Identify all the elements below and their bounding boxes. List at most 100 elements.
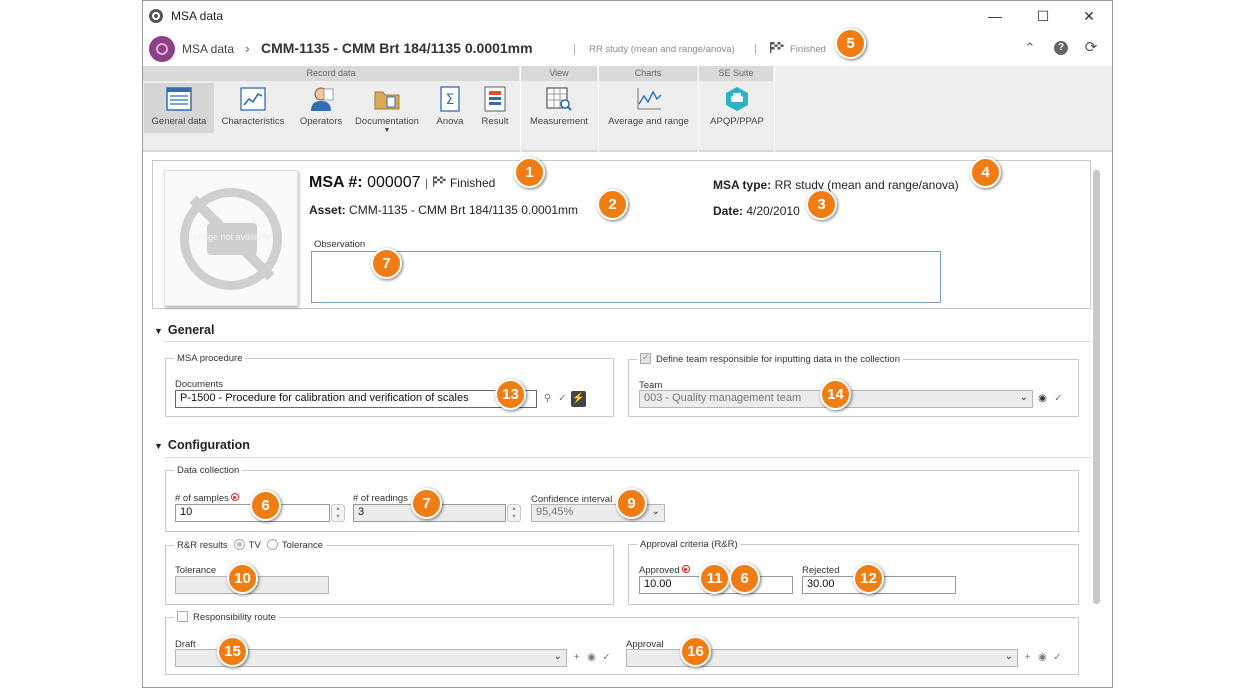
add-icon[interactable]: +	[569, 650, 584, 666]
data-collection-legend: Data collection	[177, 465, 240, 476]
documentation-icon	[374, 91, 400, 110]
rejected-label: Rejected	[802, 565, 840, 576]
record-info-panel: Image not available MSA #: 000007 | Fini…	[152, 160, 1091, 309]
measurement-button[interactable]: Measurement	[524, 83, 594, 133]
msa-type-line: MSA type: RR study (mean and range/anova…	[713, 178, 959, 192]
rr-tv-radio[interactable]	[233, 539, 245, 550]
quick-action-icon[interactable]: ⚡	[571, 391, 586, 407]
msa-number-line: MSA #: 000007 | Finished	[309, 174, 495, 192]
title-bar: MSA data — ☐ ✕	[143, 1, 1112, 32]
refresh-icon[interactable]: ⟳	[1084, 40, 1098, 55]
minimize-button[interactable]: —	[972, 1, 1018, 32]
average-and-range-label: Average and range	[608, 116, 689, 127]
add-icon[interactable]: +	[1020, 650, 1035, 666]
close-button[interactable]: ✕	[1066, 1, 1112, 32]
msa-number-label: MSA #:	[309, 174, 363, 191]
msa-number-value: 000007	[367, 174, 421, 191]
samples-label: # of samples	[175, 493, 239, 504]
result-icon	[484, 86, 506, 112]
asset-value: CMM-1135 - CMM Brt 184/1135 0.0001mm	[349, 203, 579, 217]
documents-field[interactable]: P-1500 - Procedure for calibration and v…	[175, 390, 537, 408]
documentation-button[interactable]: Documentation ▼	[350, 83, 424, 134]
rr-tolerance-radio[interactable]	[266, 539, 278, 550]
ribbon-group-view: View	[521, 66, 597, 81]
maximize-icon: ☐	[1036, 8, 1050, 24]
callout-badge: 3	[806, 189, 837, 220]
average-range-chart-icon	[637, 88, 661, 110]
callout-badge: 7	[371, 248, 402, 279]
approval-criteria-legend: Approval criteria (R&R)	[640, 539, 738, 550]
measurement-icon	[546, 87, 572, 111]
binoculars-icon[interactable]: ◉	[1035, 391, 1050, 407]
divider: |	[424, 176, 429, 190]
samples-label-text: # of samples	[175, 493, 229, 504]
section-divider	[164, 341, 1091, 342]
ribbon-toolbar: Record data View Charts SE Suite General…	[143, 66, 1112, 152]
section-collapse-icon: ▼	[154, 441, 163, 451]
asset-label: Asset:	[309, 203, 346, 217]
callout-badge: 15	[217, 636, 248, 667]
apqp-car-icon	[726, 87, 748, 111]
callout-badge: 1	[514, 157, 545, 188]
define-team-checkbox[interactable]	[640, 352, 651, 364]
general-section-title: General	[167, 323, 215, 337]
collapse-icon[interactable]: ⌃	[1023, 41, 1037, 55]
readings-stepper[interactable]: ▲ ▼	[507, 504, 521, 522]
callout-badge: 6	[250, 490, 281, 521]
breadcrumb-chevron-icon: ›	[245, 40, 250, 56]
msa-data-window: MSA data — ☐ ✕ MSA data › CMM-1135 - CMM…	[142, 0, 1113, 688]
breadcrumb-msa-data[interactable]: MSA data	[182, 42, 234, 56]
callout-badge: 16	[680, 636, 711, 667]
ribbon-separator	[598, 66, 599, 152]
clear-icon[interactable]: ✓	[599, 650, 614, 666]
svg-text:Σ: Σ	[446, 92, 455, 108]
samples-stepper[interactable]: ▲ ▼	[331, 504, 345, 522]
finished-flag-icon	[432, 176, 446, 187]
callout-badge: 9	[616, 488, 647, 519]
vertical-scrollbar[interactable]	[1093, 170, 1100, 604]
observation-field[interactable]	[311, 251, 941, 303]
characteristics-button[interactable]: Characteristics	[217, 83, 289, 133]
record-title: CMM-1135 - CMM Brt 184/1135 0.0001mm	[261, 40, 533, 56]
team-select-value: 003 - Quality management team	[644, 392, 802, 404]
responsibility-route-legend: Responsibility route	[174, 611, 279, 623]
help-icon[interactable]: ?	[1054, 41, 1068, 55]
ribbon-separator	[774, 66, 775, 152]
binoculars-icon[interactable]: ◉	[1035, 650, 1050, 666]
operators-button[interactable]: Operators	[293, 83, 349, 133]
finished-flag-icon	[770, 42, 784, 53]
clear-icon[interactable]: ✓	[1051, 391, 1066, 407]
general-section-header[interactable]: ▼ General	[154, 323, 214, 337]
maximize-button[interactable]: ☐	[1020, 1, 1066, 32]
measurement-label: Measurement	[529, 116, 589, 127]
callout-badge: 4	[970, 157, 1001, 188]
binoculars-icon[interactable]: ◉	[584, 650, 599, 666]
average-and-range-button[interactable]: Average and range	[602, 83, 695, 133]
rr-tv-label: TV	[248, 540, 261, 551]
callout-badge: 10	[227, 563, 258, 594]
configuration-section-title: Configuration	[167, 438, 250, 452]
search-icon[interactable]: ⚲	[540, 391, 555, 407]
responsibility-route-checkbox[interactable]	[177, 611, 188, 622]
documentation-label: Documentation	[355, 116, 419, 127]
callout-badge: 11	[699, 563, 730, 594]
dropdown-chevron-icon: ⌄	[1004, 651, 1013, 662]
asset-image-placeholder[interactable]: Image not available	[164, 170, 298, 306]
apqp-ppap-button[interactable]: APQP/PPAP	[703, 83, 771, 133]
header-divider: |	[573, 43, 576, 55]
dropdown-chevron-icon: ⌄	[553, 651, 562, 662]
anova-button[interactable]: Σ Anova	[431, 83, 469, 133]
configuration-section-header[interactable]: ▼ Configuration	[154, 438, 250, 452]
record-subtitle: RR study (mean and range/anova)	[589, 44, 735, 55]
result-button[interactable]: Result	[475, 83, 515, 133]
ribbon-separator	[698, 66, 699, 152]
anova-icon: Σ	[440, 86, 460, 112]
dropdown-chevron-icon: ⌄	[651, 506, 660, 517]
clear-icon[interactable]: ✓	[1050, 650, 1065, 666]
section-divider	[164, 457, 1091, 458]
clear-icon[interactable]: ✓	[555, 391, 570, 407]
operators-label: Operators	[299, 116, 343, 127]
general-data-button[interactable]: General data	[144, 83, 214, 133]
approved-label: Approved	[639, 565, 690, 576]
dropdown-chevron-icon: ⌄	[1019, 392, 1028, 403]
